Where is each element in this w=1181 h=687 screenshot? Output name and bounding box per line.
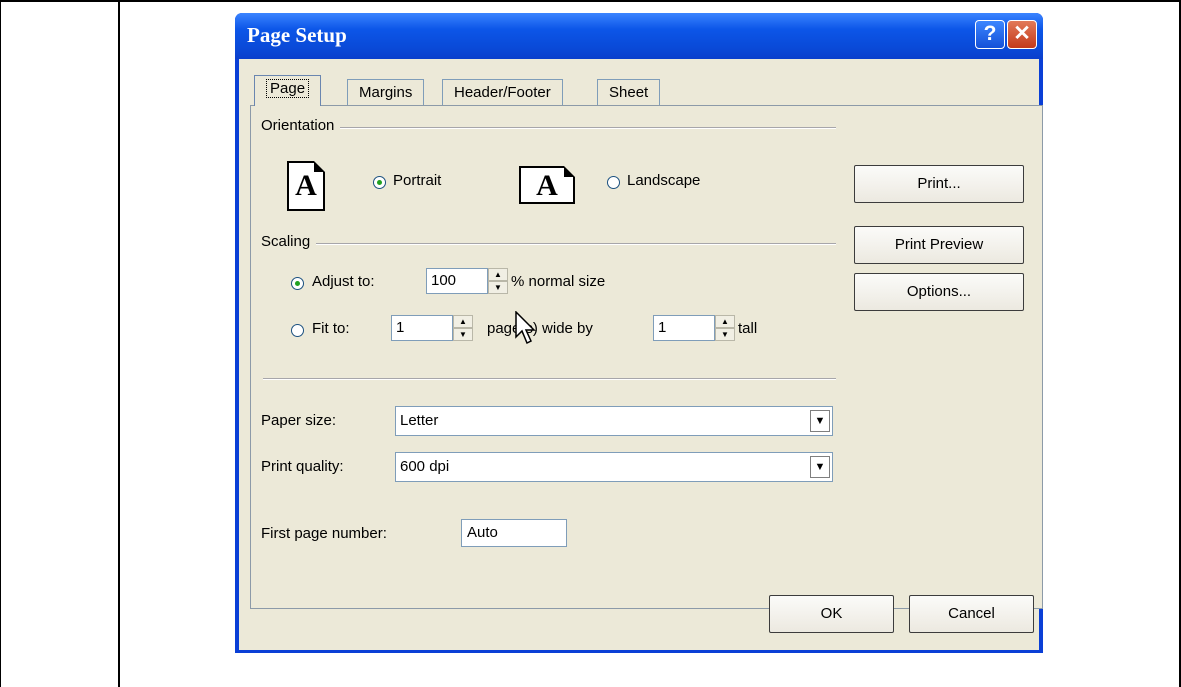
- close-icon: ✕: [1013, 22, 1031, 45]
- adjust-to-suffix: % normal size: [511, 273, 606, 290]
- first-page-number-input[interactable]: Auto: [461, 519, 567, 547]
- document-border-top: [0, 0, 1181, 2]
- fit-wide-suffix: page(s) wide by: [487, 320, 593, 337]
- first-page-number-label: First page number:: [261, 525, 387, 542]
- tab-margins-label: Margins: [359, 84, 413, 101]
- tab-header-footer[interactable]: Header/Footer: [442, 79, 563, 105]
- ok-button[interactable]: OK: [769, 595, 894, 633]
- dialog-client-area: Page Margins Header/Footer Sheet Orienta…: [239, 59, 1043, 650]
- adjust-up-arrow-icon[interactable]: ▲: [488, 268, 508, 281]
- page-setup-dialog: Page Setup ? ✕ Page Margins Header/Foote…: [235, 13, 1043, 653]
- fit-tall-down-arrow-icon[interactable]: ▼: [715, 328, 735, 341]
- print-quality-dropdown-arrow-icon[interactable]: ▼: [810, 456, 830, 478]
- adjust-to-radio[interactable]: [291, 277, 304, 290]
- portrait-icon-glyph: A: [295, 169, 317, 202]
- adjust-down-arrow-icon[interactable]: ▼: [488, 281, 508, 294]
- print-button[interactable]: Print...: [854, 165, 1024, 203]
- scaling-bottom-divider: [263, 378, 836, 380]
- landscape-label[interactable]: Landscape: [627, 172, 700, 189]
- landscape-radio[interactable]: [607, 176, 620, 189]
- close-button[interactable]: ✕: [1007, 20, 1037, 49]
- print-quality-value: 600 dpi: [400, 458, 450, 475]
- scaling-group-label: Scaling: [261, 233, 317, 250]
- fit-tall-suffix: tall: [738, 320, 758, 337]
- fit-tall-stepper[interactable]: ▲ ▼: [715, 315, 735, 341]
- tab-page[interactable]: Page: [254, 75, 322, 106]
- portrait-radio[interactable]: [373, 176, 386, 189]
- mouse-pointer-icon: [515, 311, 536, 345]
- print-preview-button[interactable]: Print Preview: [854, 226, 1024, 264]
- orientation-group-label: Orientation: [261, 117, 341, 134]
- document-border-left: [0, 0, 1, 687]
- fit-to-radio[interactable]: [291, 324, 304, 337]
- paper-size-label: Paper size:: [261, 412, 337, 429]
- page-tab-panel: Orientation A Portrait A Landscape Scali…: [250, 105, 1043, 609]
- fit-to-label[interactable]: Fit to:: [312, 320, 350, 337]
- paper-size-select[interactable]: Letter ▼: [395, 406, 833, 436]
- title-bar[interactable]: Page Setup ? ✕: [235, 13, 1043, 59]
- tab-margins[interactable]: Margins: [347, 79, 425, 105]
- fit-wide-input[interactable]: 1: [391, 315, 453, 341]
- options-button[interactable]: Options...: [854, 273, 1024, 311]
- help-icon: ?: [983, 22, 997, 45]
- tab-sheet[interactable]: Sheet: [597, 79, 661, 105]
- orientation-divider: [261, 127, 836, 129]
- cancel-button[interactable]: Cancel: [909, 595, 1034, 633]
- landscape-icon-glyph: A: [536, 169, 558, 202]
- tab-sheet-label: Sheet: [609, 84, 649, 101]
- tab-header-footer-label: Header/Footer: [454, 84, 551, 101]
- document-column-divider: [118, 0, 120, 687]
- paper-size-value: Letter: [400, 412, 439, 429]
- print-quality-label: Print quality:: [261, 458, 344, 475]
- adjust-to-label[interactable]: Adjust to:: [312, 273, 375, 290]
- portrait-label[interactable]: Portrait: [393, 172, 441, 189]
- fit-tall-input[interactable]: 1: [653, 315, 715, 341]
- adjust-to-stepper[interactable]: ▲ ▼: [488, 268, 508, 294]
- print-quality-select[interactable]: 600 dpi ▼: [395, 452, 833, 482]
- scaling-divider: [261, 243, 836, 245]
- landscape-page-icon: A: [519, 166, 575, 204]
- adjust-to-input[interactable]: 100: [426, 268, 488, 294]
- fit-wide-down-arrow-icon[interactable]: ▼: [453, 328, 473, 341]
- tab-page-label: Page: [266, 79, 310, 98]
- portrait-page-icon: A: [287, 161, 325, 211]
- fit-wide-up-arrow-icon[interactable]: ▲: [453, 315, 473, 328]
- paper-size-dropdown-arrow-icon[interactable]: ▼: [810, 410, 830, 432]
- fit-tall-up-arrow-icon[interactable]: ▲: [715, 315, 735, 328]
- dialog-title: Page Setup: [247, 23, 347, 47]
- help-button[interactable]: ?: [975, 20, 1005, 49]
- fit-wide-stepper[interactable]: ▲ ▼: [453, 315, 473, 341]
